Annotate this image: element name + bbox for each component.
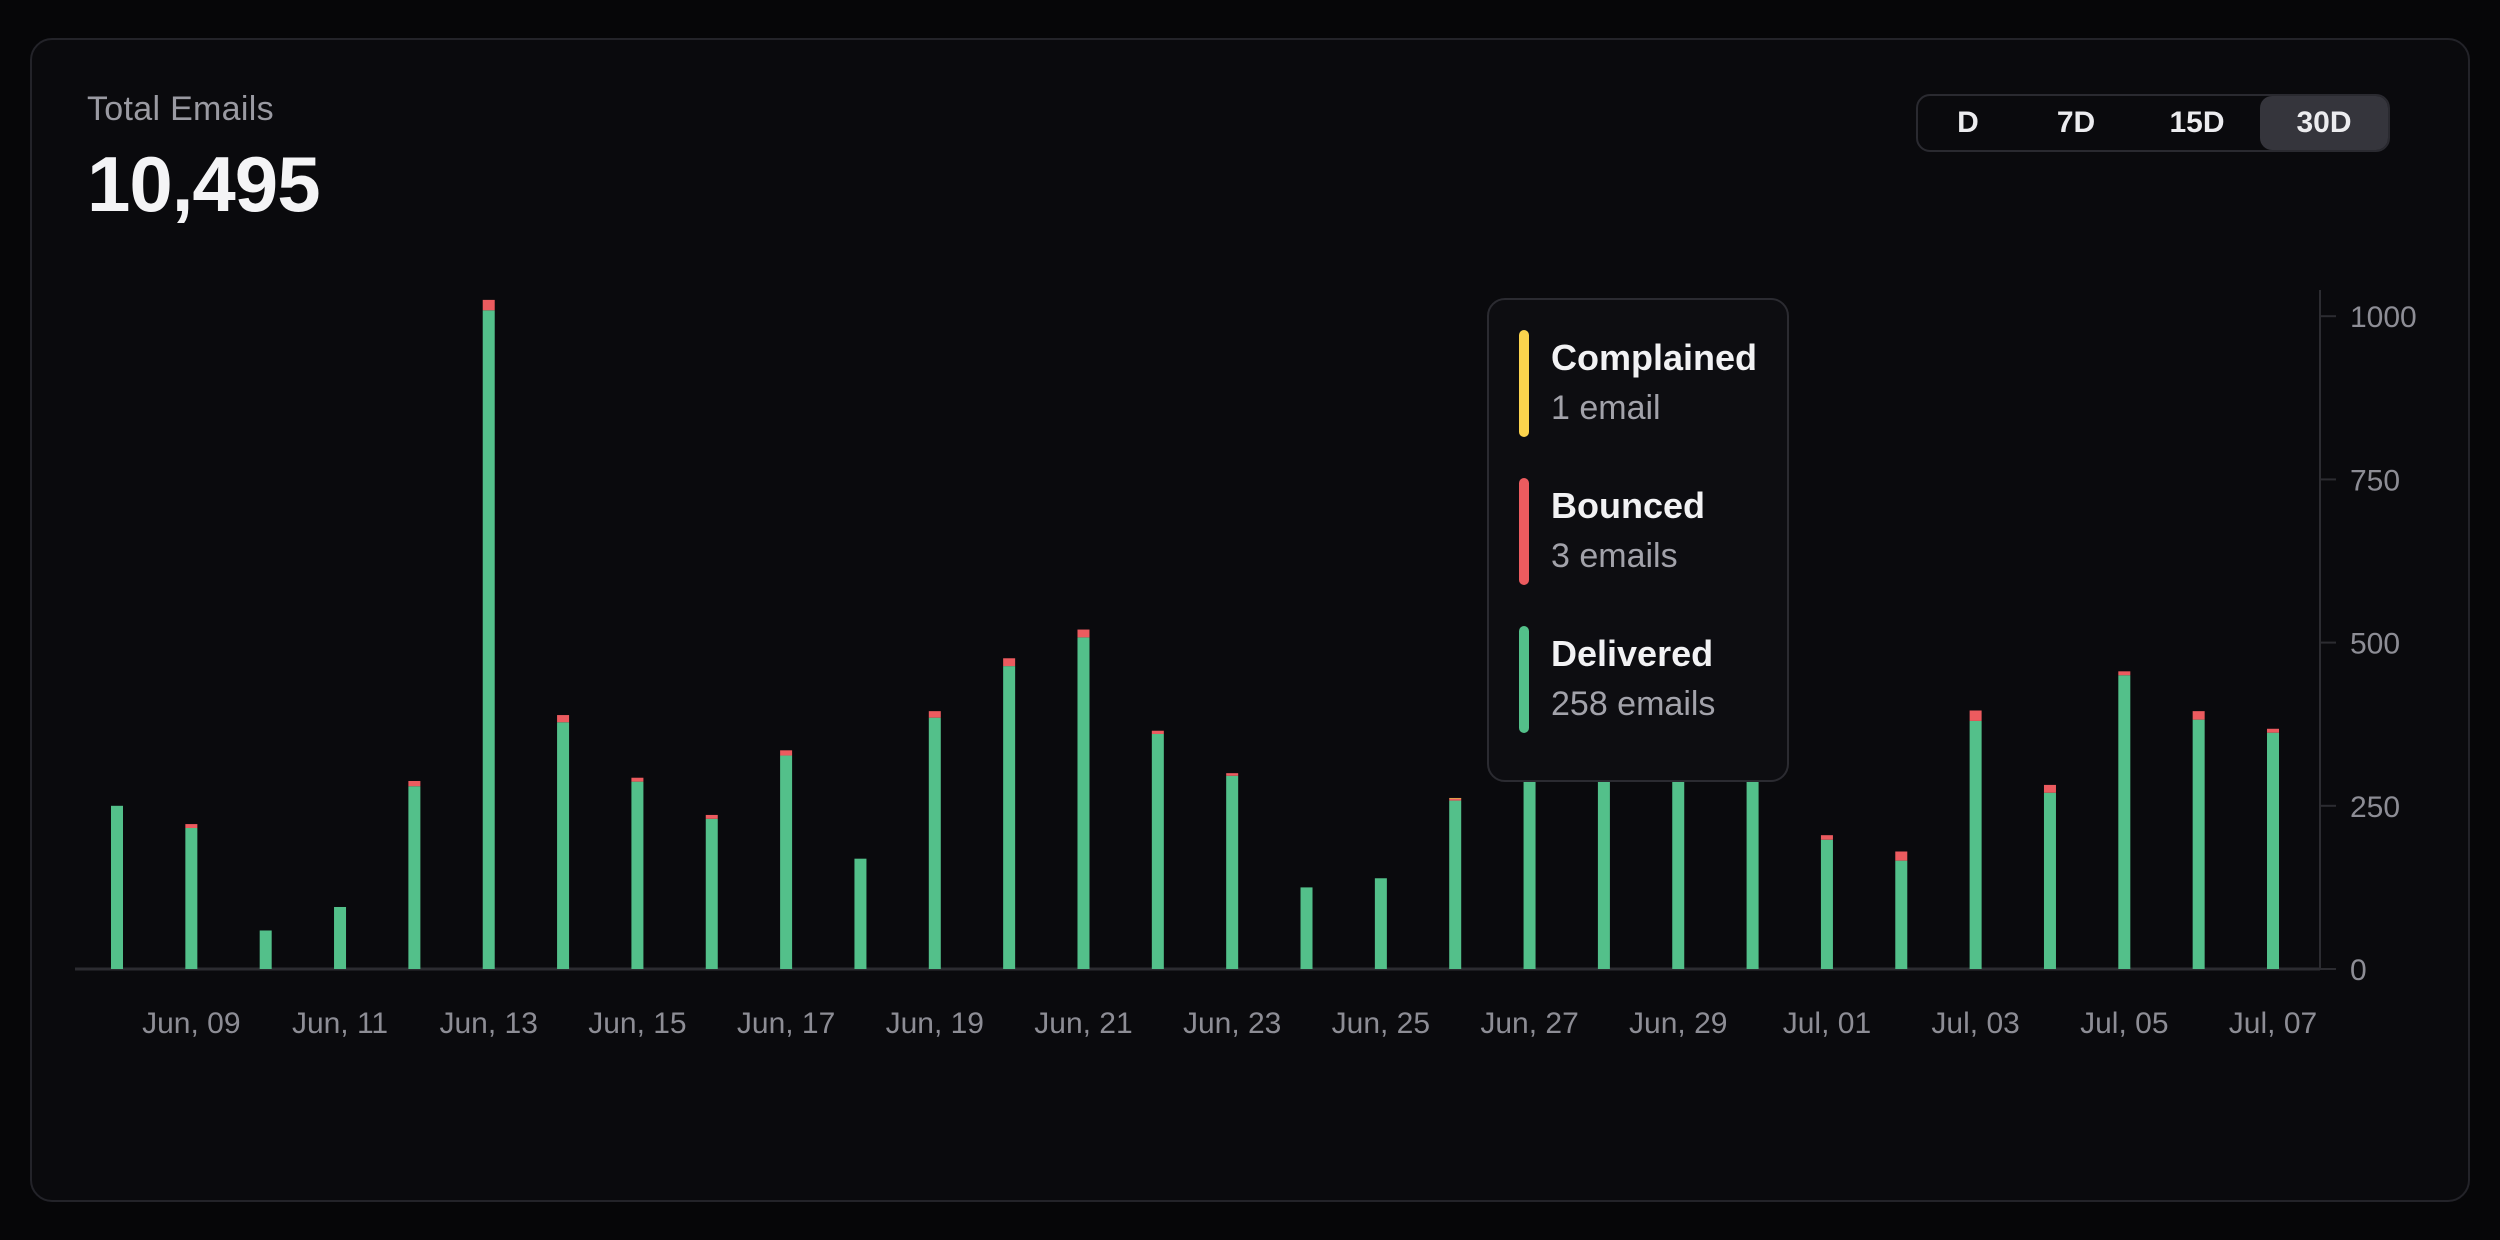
y-axis-tick-label: 500 — [2350, 628, 2400, 661]
bar-bounced-jun-23[interactable] — [1226, 773, 1238, 776]
bounced-color-pill — [1519, 478, 1529, 585]
bar-delivered-jul-03[interactable] — [1970, 721, 1982, 969]
tooltip-series-name: Delivered — [1551, 630, 1715, 678]
bar-bounced-jun-19[interactable] — [929, 711, 941, 718]
bar-delivered-jun-20[interactable] — [1003, 666, 1015, 969]
x-axis-tick-label: Jul, 01 — [1783, 1007, 1871, 1040]
y-axis-tick-label: 0 — [2350, 954, 2367, 987]
tooltip-row-complained: Complained1 email — [1519, 330, 1767, 437]
bar-bounced-jun-12[interactable] — [408, 781, 420, 786]
bar-bounced-jul-01[interactable] — [1821, 835, 1833, 840]
tooltip-row-delivered: Delivered258 emails — [1519, 626, 1767, 733]
bar-delivered-jun-10[interactable] — [260, 930, 272, 969]
bar-delivered-jun-21[interactable] — [1077, 637, 1089, 969]
bar-bounced-jul-04[interactable] — [2044, 785, 2056, 793]
tooltip-row-bounced: Bounced3 emails — [1519, 478, 1767, 585]
chart-tooltip: Complained1 email Bounced3 emails Delivere… — [1487, 298, 1789, 782]
bar-delivered-jun-12[interactable] — [408, 786, 420, 969]
x-axis-tick-label: Jun, 23 — [1183, 1007, 1281, 1040]
y-axis-tick-label: 1000 — [2350, 301, 2417, 334]
x-axis-tick-label: Jun, 21 — [1034, 1007, 1132, 1040]
bar-delivered-jun-13[interactable] — [483, 310, 495, 969]
bar-bounced-jun-22[interactable] — [1152, 731, 1164, 734]
y-axis-tick-label: 250 — [2350, 791, 2400, 824]
x-axis-tick-label: Jun, 19 — [886, 1007, 984, 1040]
x-axis-tick-label: Jun, 25 — [1332, 1007, 1430, 1040]
tooltip-series-name: Complained — [1551, 334, 1757, 382]
bar-bounced-jul-03[interactable] — [1970, 710, 1982, 720]
delivered-color-pill — [1519, 626, 1529, 733]
bar-delivered-jun-25[interactable] — [1375, 878, 1387, 969]
x-axis-tick-label: Jun, 13 — [440, 1007, 538, 1040]
emails-bar-chart[interactable]: 0 250 500 750 1000 Jun, 09 Jun, 11 Jun, 13 Jun, … — [0, 0, 2500, 1240]
x-axis-tick-label: Jun, 11 — [292, 1007, 388, 1040]
x-axis-tick-label: Jun, 17 — [737, 1007, 835, 1040]
bar-delivered-jun-16[interactable] — [706, 819, 718, 969]
bar-delivered-jul-01[interactable] — [1821, 840, 1833, 969]
tooltip-series-name: Bounced — [1551, 482, 1705, 530]
bar-delivered-jul-04[interactable] — [2044, 793, 2056, 969]
bar-bounced-jun-17[interactable] — [780, 750, 792, 755]
bar-bounced-jul-06[interactable] — [2193, 711, 2205, 719]
bar-bounced-jun-26[interactable] — [1449, 799, 1461, 801]
x-axis-tick-label: Jun, 29 — [1629, 1007, 1727, 1040]
bar-delivered-jul-02[interactable] — [1895, 861, 1907, 969]
bar-delivered-jun-24[interactable] — [1301, 887, 1313, 969]
bar-bounced-jun-20[interactable] — [1003, 658, 1015, 666]
bar-delivered-jul-06[interactable] — [2193, 720, 2205, 969]
bar-delivered-jun-26[interactable] — [1449, 801, 1461, 969]
bar-bounced-jul-02[interactable] — [1895, 851, 1907, 860]
bar-bounced-jun-13[interactable] — [483, 300, 495, 310]
bar-bounced-jun-15[interactable] — [631, 778, 643, 782]
bar-delivered-jul-07[interactable] — [2267, 733, 2279, 969]
bar-delivered-jun-15[interactable] — [631, 782, 643, 969]
bar-delivered-jun-23[interactable] — [1226, 776, 1238, 969]
bar-bounced-jun-14[interactable] — [557, 715, 569, 722]
complained-color-pill — [1519, 330, 1529, 437]
x-axis-tick-label: Jul, 03 — [1931, 1007, 2019, 1040]
tooltip-series-value: 258 emails — [1551, 678, 1715, 730]
bar-bounced-jun-21[interactable] — [1077, 630, 1089, 638]
bar-delivered-jun-17[interactable] — [780, 756, 792, 969]
x-axis-tick-label: Jun, 09 — [142, 1007, 240, 1040]
bar-delivered-jun-11[interactable] — [334, 907, 346, 969]
x-axis-tick-label: Jun, 15 — [588, 1007, 686, 1040]
bar-complained-jun-26[interactable] — [1449, 798, 1461, 799]
x-axis-tick-label: Jul, 05 — [2080, 1007, 2168, 1040]
bar-delivered-jun-22[interactable] — [1152, 734, 1164, 969]
y-axis-tick-label: 750 — [2350, 464, 2400, 497]
bar-bounced-jun-09[interactable] — [185, 824, 197, 828]
bar-delivered-jun-14[interactable] — [557, 722, 569, 969]
bar-delivered-jun-18[interactable] — [854, 859, 866, 969]
tooltip-series-value: 1 email — [1551, 382, 1757, 434]
bar-bounced-jun-16[interactable] — [706, 815, 718, 819]
x-axis-tick-label: Jun, 27 — [1480, 1007, 1578, 1040]
bar-bounced-jul-07[interactable] — [2267, 729, 2279, 733]
bar-delivered-jun-19[interactable] — [929, 718, 941, 969]
bar-delivered-jun-09[interactable] — [185, 828, 197, 969]
tooltip-series-value: 3 emails — [1551, 530, 1705, 582]
bar-delivered-jul-05[interactable] — [2118, 675, 2130, 969]
bar-delivered-jun-08[interactable] — [111, 806, 123, 969]
bar-bounced-jul-05[interactable] — [2118, 671, 2130, 675]
x-axis-tick-label: Jul, 07 — [2229, 1007, 2317, 1040]
